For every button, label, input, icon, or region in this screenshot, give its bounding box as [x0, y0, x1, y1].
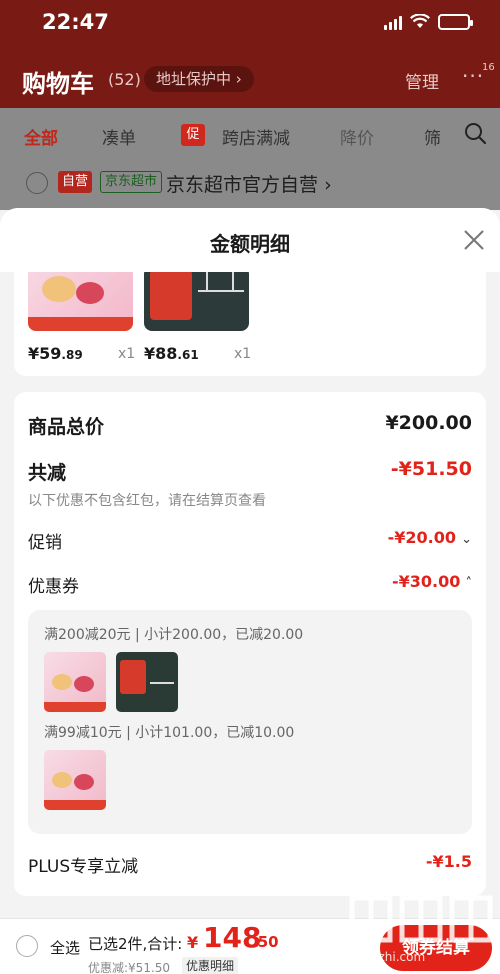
search-icon[interactable]	[464, 122, 486, 144]
item-price: ¥88.61	[144, 344, 199, 363]
status-time: 22:47	[42, 10, 109, 34]
chevron-right-icon: ›	[235, 70, 242, 88]
amount-detail-sheet: 金额明细 ¥59.89 x1 ¥88.61 x1 商品总价 ¥200.00 共减…	[0, 208, 500, 918]
more-badge: 16	[482, 62, 495, 73]
discount-label: 共减	[28, 462, 67, 484]
sheet-title: 金额明细	[210, 232, 290, 256]
coupon-line: 满99减10元 | 小计101.00，已减10.00	[44, 725, 295, 741]
item-qty: x1	[234, 346, 252, 362]
tab-filter[interactable]: 筛	[424, 124, 441, 149]
manage-button[interactable]: 管理	[405, 68, 439, 93]
watermark-text: zhizhizhi.com	[344, 950, 426, 964]
coupon-value: -¥30.00	[392, 572, 461, 591]
address-protection-pill[interactable]: 地址保护中 ›	[144, 66, 254, 92]
shop-name[interactable]: 京东超市官方自营 ›	[166, 170, 332, 197]
shop-checkbox[interactable]	[26, 172, 48, 194]
promo-tag: 促	[181, 124, 205, 146]
plus-value: -¥1.5	[425, 852, 472, 871]
address-protection-label: 地址保护中	[156, 70, 232, 88]
select-all-checkbox[interactable]	[16, 935, 38, 957]
tab-bundle[interactable]: 凑单	[102, 124, 136, 149]
discount-note: 以下优惠不包含红包，请在结算页查看	[28, 493, 266, 509]
status-icons	[384, 14, 473, 30]
close-icon[interactable]	[462, 228, 486, 252]
promo-toggle[interactable]: -¥20.00 ⌄	[388, 528, 472, 547]
promo-value: -¥20.00	[387, 528, 456, 547]
total-value: ¥200.00	[385, 412, 472, 434]
item-qty: x1	[118, 346, 136, 362]
plus-label: PLUS专享立减	[28, 857, 139, 877]
signal-icon	[384, 14, 402, 30]
wifi-icon	[410, 14, 430, 28]
item-price: ¥59.89	[28, 344, 83, 363]
chevron-right-icon: ›	[324, 174, 332, 196]
coupon-item-thumbnail	[116, 652, 178, 712]
tab-all[interactable]: 全部	[24, 124, 58, 149]
total-currency: ¥	[187, 933, 199, 952]
self-operated-tag: 自营	[58, 171, 93, 193]
total-decimals: .50	[252, 933, 279, 951]
coupon-detail-box: 满200减20元 | 小计200.00，已减20.00 满99减10元 | 小计…	[28, 610, 472, 834]
status-bar: 22:47	[0, 0, 500, 46]
sheet-header: 金额明细	[0, 208, 500, 272]
coupon-line: 满200减20元 | 小计200.00，已减20.00	[44, 627, 304, 643]
chevron-up-icon: ˄	[465, 576, 473, 591]
chevron-down-icon: ⌄	[461, 532, 472, 547]
coupon-toggle[interactable]: -¥30.00 ˄	[392, 572, 472, 591]
total-label: 商品总价	[28, 416, 105, 438]
tab-price-drop[interactable]: 降价	[340, 124, 374, 149]
saved-amount: 优惠减:¥51.50	[88, 961, 171, 974]
product-thumbnail-mooncake[interactable]	[28, 272, 133, 331]
battery-icon	[438, 14, 473, 30]
discount-detail-button[interactable]: 优惠明细	[182, 957, 239, 974]
jd-supermarket-tag: 京东超市	[100, 171, 163, 193]
selected-summary: 已选2件,合计:	[88, 935, 183, 953]
coupon-label: 优惠券	[28, 577, 79, 597]
price-summary-card: 商品总价 ¥200.00 共减 -¥51.50 以下优惠不包含红包，请在结算页查…	[14, 392, 486, 896]
more-icon[interactable]: ···	[462, 64, 484, 88]
cart-count: (52)	[108, 70, 141, 89]
promo-label: 促销	[28, 533, 62, 553]
coupon-item-thumbnail	[44, 750, 106, 810]
discount-value: -¥51.50	[390, 458, 472, 480]
page-title: 购物车	[22, 70, 94, 98]
select-all-label[interactable]: 全选	[50, 937, 80, 958]
item-list-card: ¥59.89 x1 ¥88.61 x1	[14, 272, 486, 376]
shop-name-label: 京东超市官方自营	[166, 174, 319, 196]
tab-cross-store[interactable]: 跨店满减	[222, 124, 290, 149]
coupon-item-thumbnail	[44, 652, 106, 712]
product-thumbnail-router[interactable]	[144, 272, 249, 331]
